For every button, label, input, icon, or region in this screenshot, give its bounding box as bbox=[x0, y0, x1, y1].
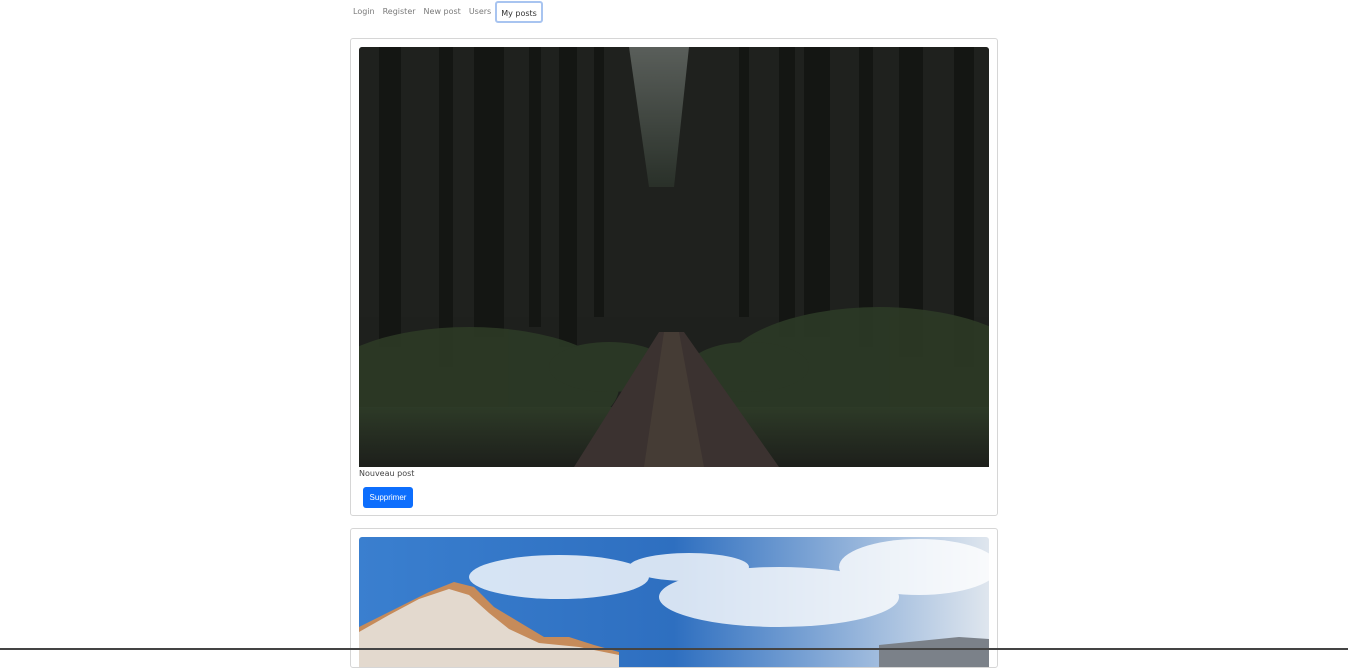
nav-users[interactable]: Users bbox=[465, 1, 495, 23]
post-caption: Nouveau post bbox=[359, 469, 415, 478]
forest-path-image bbox=[359, 47, 989, 467]
post-image-forest bbox=[359, 47, 989, 467]
nav-new-post[interactable]: New post bbox=[420, 1, 465, 23]
post-card bbox=[350, 528, 998, 668]
delete-button[interactable]: Supprimer bbox=[363, 487, 413, 508]
nav-my-posts[interactable]: My posts bbox=[495, 1, 543, 23]
nav-login[interactable]: Login bbox=[349, 1, 379, 23]
nav-register[interactable]: Register bbox=[379, 1, 420, 23]
post-card: Nouveau post Supprimer bbox=[350, 38, 998, 516]
top-nav: Login Register New post Users My posts bbox=[349, 0, 543, 24]
